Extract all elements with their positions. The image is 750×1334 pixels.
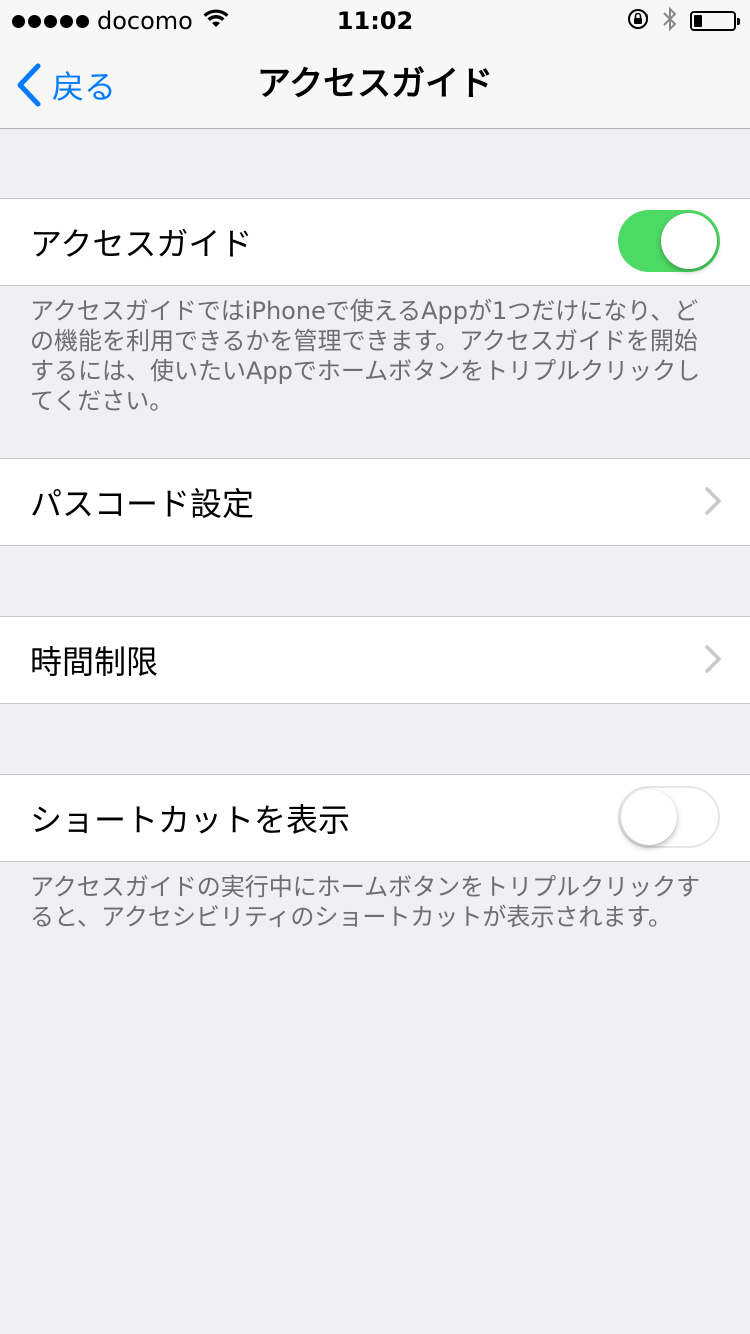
shortcut-footer: アクセスガイドの実行中にホームボタンをトリプルクリックすると、アクセシビリティの… xyxy=(30,873,701,931)
passcode-settings-group: パスコード設定 xyxy=(0,458,750,546)
shortcut-row: ショートカットを表示 xyxy=(0,775,750,861)
guided-access-group: アクセスガイド xyxy=(0,198,750,286)
status-bar: docomo 11:02 xyxy=(0,0,750,40)
time-limits-row[interactable]: 時間制限 xyxy=(0,617,750,703)
orientation-lock-icon xyxy=(626,7,650,35)
shortcut-group: ショートカットを表示 xyxy=(0,774,750,862)
toggle-knob xyxy=(661,213,717,269)
page-title: アクセスガイド xyxy=(256,64,494,104)
status-icons xyxy=(626,6,740,36)
battery-level xyxy=(694,15,702,27)
guided-access-row: アクセスガイド xyxy=(0,199,750,285)
guided-access-label: アクセスガイド xyxy=(30,225,253,263)
guided-access-footer: アクセスガイドではiPhoneで使えるAppが1つだけになり、どの機能を利用でき… xyxy=(30,297,701,415)
chevron-right-icon xyxy=(705,645,721,673)
shortcut-toggle[interactable] xyxy=(618,786,720,848)
toggle-knob xyxy=(621,789,677,845)
passcode-settings-label: パスコード設定 xyxy=(30,485,255,523)
chevron-right-icon xyxy=(705,487,721,515)
passcode-settings-row[interactable]: パスコード設定 xyxy=(0,459,750,545)
guided-access-toggle[interactable] xyxy=(618,210,720,272)
bluetooth-icon xyxy=(662,6,678,36)
shortcut-label: ショートカットを表示 xyxy=(30,801,351,839)
battery-icon xyxy=(690,11,740,31)
time-limits-label: 時間制限 xyxy=(30,643,159,681)
navigation-bar: 戻る アクセスガイド xyxy=(0,40,750,129)
time-limits-group: 時間制限 xyxy=(0,616,750,704)
